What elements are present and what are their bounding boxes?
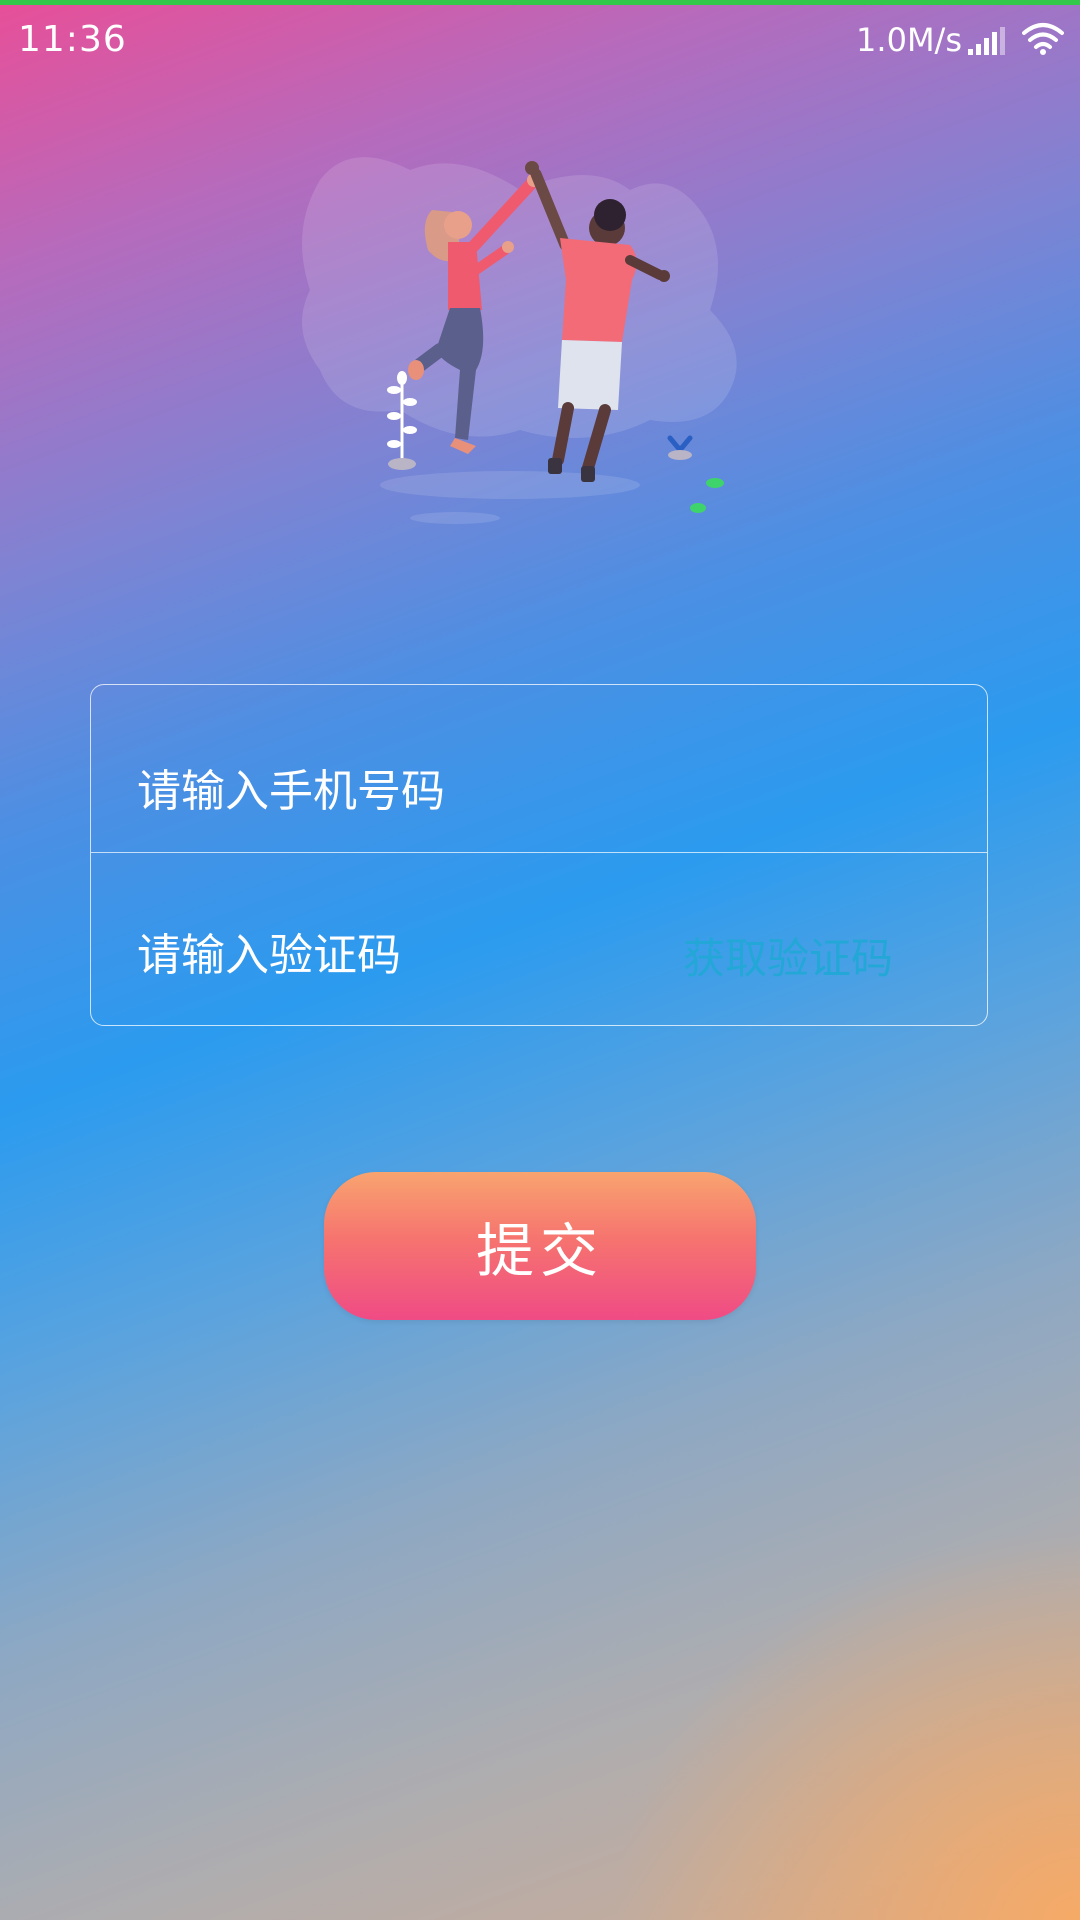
blue-sprout-icon: [667, 435, 693, 453]
green-leaf-icon: [706, 478, 724, 488]
verification-code-row: 获取验证码: [91, 853, 987, 1025]
network-speed: 1.0M/s: [856, 21, 962, 59]
status-time: 11:36: [18, 19, 127, 60]
green-leaf-icon-2: [690, 503, 706, 513]
submit-button[interactable]: 提交: [324, 1172, 756, 1320]
login-form: 获取验证码: [90, 684, 988, 1026]
login-screen: 11:36 1.0M/s 请输入手机号码 请输入验证码 获取验证码 提交: [0, 0, 1080, 1920]
phone-row: [91, 685, 987, 853]
get-verification-code-button[interactable]: 获取验证码: [683, 925, 893, 986]
phone-number-input[interactable]: [137, 763, 917, 819]
wifi-icon: [1022, 23, 1064, 55]
high-five-couple-illustration: [302, 157, 737, 524]
verification-code-input[interactable]: [137, 927, 637, 983]
status-bar: 11:36 1.0M/s: [0, 5, 1080, 75]
signal-bars-icon: [968, 27, 1005, 55]
